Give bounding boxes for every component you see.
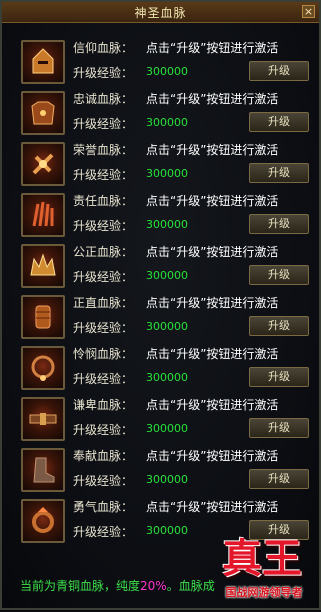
- boots-icon-svg: [33, 457, 55, 483]
- exp-value: 300000: [146, 473, 188, 486]
- weapon-icon[interactable]: [21, 142, 65, 186]
- window-title: 神圣血脉: [134, 6, 187, 20]
- helmet-icon[interactable]: [21, 40, 65, 84]
- status-prefix: 当前为青铜血脉，纯度: [20, 579, 141, 593]
- bloodline-name: 谦卑血脉：: [73, 398, 134, 412]
- bloodline-name: 信仰血脉：: [73, 41, 134, 55]
- armor-icon-svg: [31, 101, 55, 125]
- bloodline-name: 勇气血脉：: [73, 500, 134, 514]
- bloodline-row: 忠诚血脉： 点击“升级”按钮进行激活 升级经验： 300000 升级: [19, 91, 314, 139]
- bloodline-description: 点击“升级”按钮进行激活: [146, 143, 279, 157]
- helmet-icon-svg: [32, 48, 54, 74]
- bloodline-description: 点击“升级”按钮进行激活: [146, 245, 279, 259]
- bloodline-description: 点击“升级”按钮进行激活: [146, 92, 279, 106]
- bloodline-name: 怜悯血脉：: [73, 347, 134, 361]
- exp-value: 300000: [146, 422, 188, 435]
- crown-icon[interactable]: [21, 244, 65, 288]
- bloodline-description: 点击“升级”按钮进行激活: [146, 347, 279, 361]
- bloodline-description: 点击“升级”按钮进行激活: [146, 194, 279, 208]
- exp-value: 300000: [146, 524, 188, 537]
- bloodline-name: 责任血脉：: [73, 194, 134, 208]
- bloodline-description: 点击“升级”按钮进行激活: [146, 500, 279, 514]
- weapon-icon-svg: [32, 153, 54, 175]
- armor-icon[interactable]: [21, 91, 65, 135]
- belt-icon[interactable]: [21, 397, 65, 441]
- exp-value: 300000: [146, 65, 188, 78]
- gauntlet-icon[interactable]: [21, 295, 65, 339]
- boots-icon[interactable]: [21, 448, 65, 492]
- bloodline-name: 奉献血脉：: [73, 449, 134, 463]
- ring-icon[interactable]: [21, 499, 65, 543]
- bloodline-row: 责任血脉： 点击“升级”按钮进行激活 升级经验： 300000 升级: [19, 193, 314, 241]
- bloodline-row: 信仰血脉： 点击“升级”按钮进行激活 升级经验： 300000 升级: [19, 40, 314, 88]
- ring-icon-svg: [32, 507, 54, 533]
- necklace-icon[interactable]: [21, 346, 65, 390]
- exp-label: 升级经验：: [73, 117, 134, 131]
- game-logo: 真王 国战网游领导者: [207, 522, 317, 612]
- exp-label: 升级经验：: [73, 372, 134, 386]
- bloodline-row: 公正血脉： 点击“升级”按钮进行激活 升级经验： 300000 升级: [19, 244, 314, 292]
- upgrade-button[interactable]: 升级: [249, 316, 309, 336]
- bloodline-name: 忠诚血脉：: [73, 92, 134, 106]
- bloodline-row: 谦卑血脉： 点击“升级”按钮进行激活 升级经验： 300000 升级: [19, 397, 314, 445]
- upgrade-button[interactable]: 升级: [249, 265, 309, 285]
- exp-label: 升级经验：: [73, 66, 134, 80]
- belt-icon-svg: [29, 413, 57, 425]
- bloodline-row: 怜悯血脉： 点击“升级”按钮进行激活 升级经验： 300000 升级: [19, 346, 314, 394]
- upgrade-button[interactable]: 升级: [249, 469, 309, 489]
- upgrade-button[interactable]: 升级: [249, 367, 309, 387]
- bloodline-description: 点击“升级”按钮进行激活: [146, 449, 279, 463]
- status-percent: 20%: [140, 579, 167, 593]
- upgrade-button[interactable]: 升级: [249, 163, 309, 183]
- bloodline-description: 点击“升级”按钮进行激活: [146, 296, 279, 310]
- bloodline-name: 正直血脉：: [73, 296, 134, 310]
- exp-label: 升级经验：: [73, 219, 134, 233]
- exp-value: 300000: [146, 218, 188, 231]
- exp-value: 300000: [146, 269, 188, 282]
- exp-value: 300000: [146, 167, 188, 180]
- exp-label: 升级经验：: [73, 168, 134, 182]
- upgrade-button[interactable]: 升级: [249, 418, 309, 438]
- claw-icon[interactable]: [21, 193, 65, 237]
- exp-value: 300000: [146, 116, 188, 129]
- bloodline-row: 奉献血脉： 点击“升级”按钮进行激活 升级经验： 300000 升级: [19, 448, 314, 496]
- necklace-icon-svg: [31, 355, 55, 381]
- logo-title: 真王: [222, 535, 302, 582]
- bloodline-name: 公正血脉：: [73, 245, 134, 259]
- bloodline-description: 点击“升级”按钮进行激活: [146, 41, 279, 55]
- upgrade-button[interactable]: 升级: [249, 112, 309, 132]
- claw-icon-svg: [32, 201, 54, 227]
- gauntlet-icon-svg: [35, 305, 51, 329]
- status-text: 当前为青铜血脉，纯度20%。血脉成: [20, 577, 215, 594]
- exp-label: 升级经验：: [73, 525, 134, 539]
- bloodline-row: 荣誉血脉： 点击“升级”按钮进行激活 升级经验： 300000 升级: [19, 142, 314, 190]
- bloodline-name: 荣誉血脉：: [73, 143, 134, 157]
- crown-icon-svg: [30, 253, 56, 276]
- exp-label: 升级经验：: [73, 270, 134, 284]
- bloodline-description: 点击“升级”按钮进行激活: [146, 398, 279, 412]
- exp-label: 升级经验：: [73, 474, 134, 488]
- exp-value: 300000: [146, 371, 188, 384]
- exp-label: 升级经验：: [73, 423, 134, 437]
- logo-subtitle: 国战网游领导者: [225, 586, 303, 599]
- bloodline-row: 正直血脉： 点击“升级”按钮进行激活 升级经验： 300000 升级: [19, 295, 314, 343]
- exp-value: 300000: [146, 320, 188, 333]
- close-icon[interactable]: ×: [302, 5, 315, 18]
- exp-label: 升级经验：: [73, 321, 134, 335]
- upgrade-button[interactable]: 升级: [249, 214, 309, 234]
- titlebar: 神圣血脉 ×: [2, 2, 319, 23]
- upgrade-button[interactable]: 升级: [249, 61, 309, 81]
- bloodline-window: 神圣血脉 × 信仰血脉： 点击“升级”按钮进行激活 升级经验： 300000 升…: [0, 0, 321, 610]
